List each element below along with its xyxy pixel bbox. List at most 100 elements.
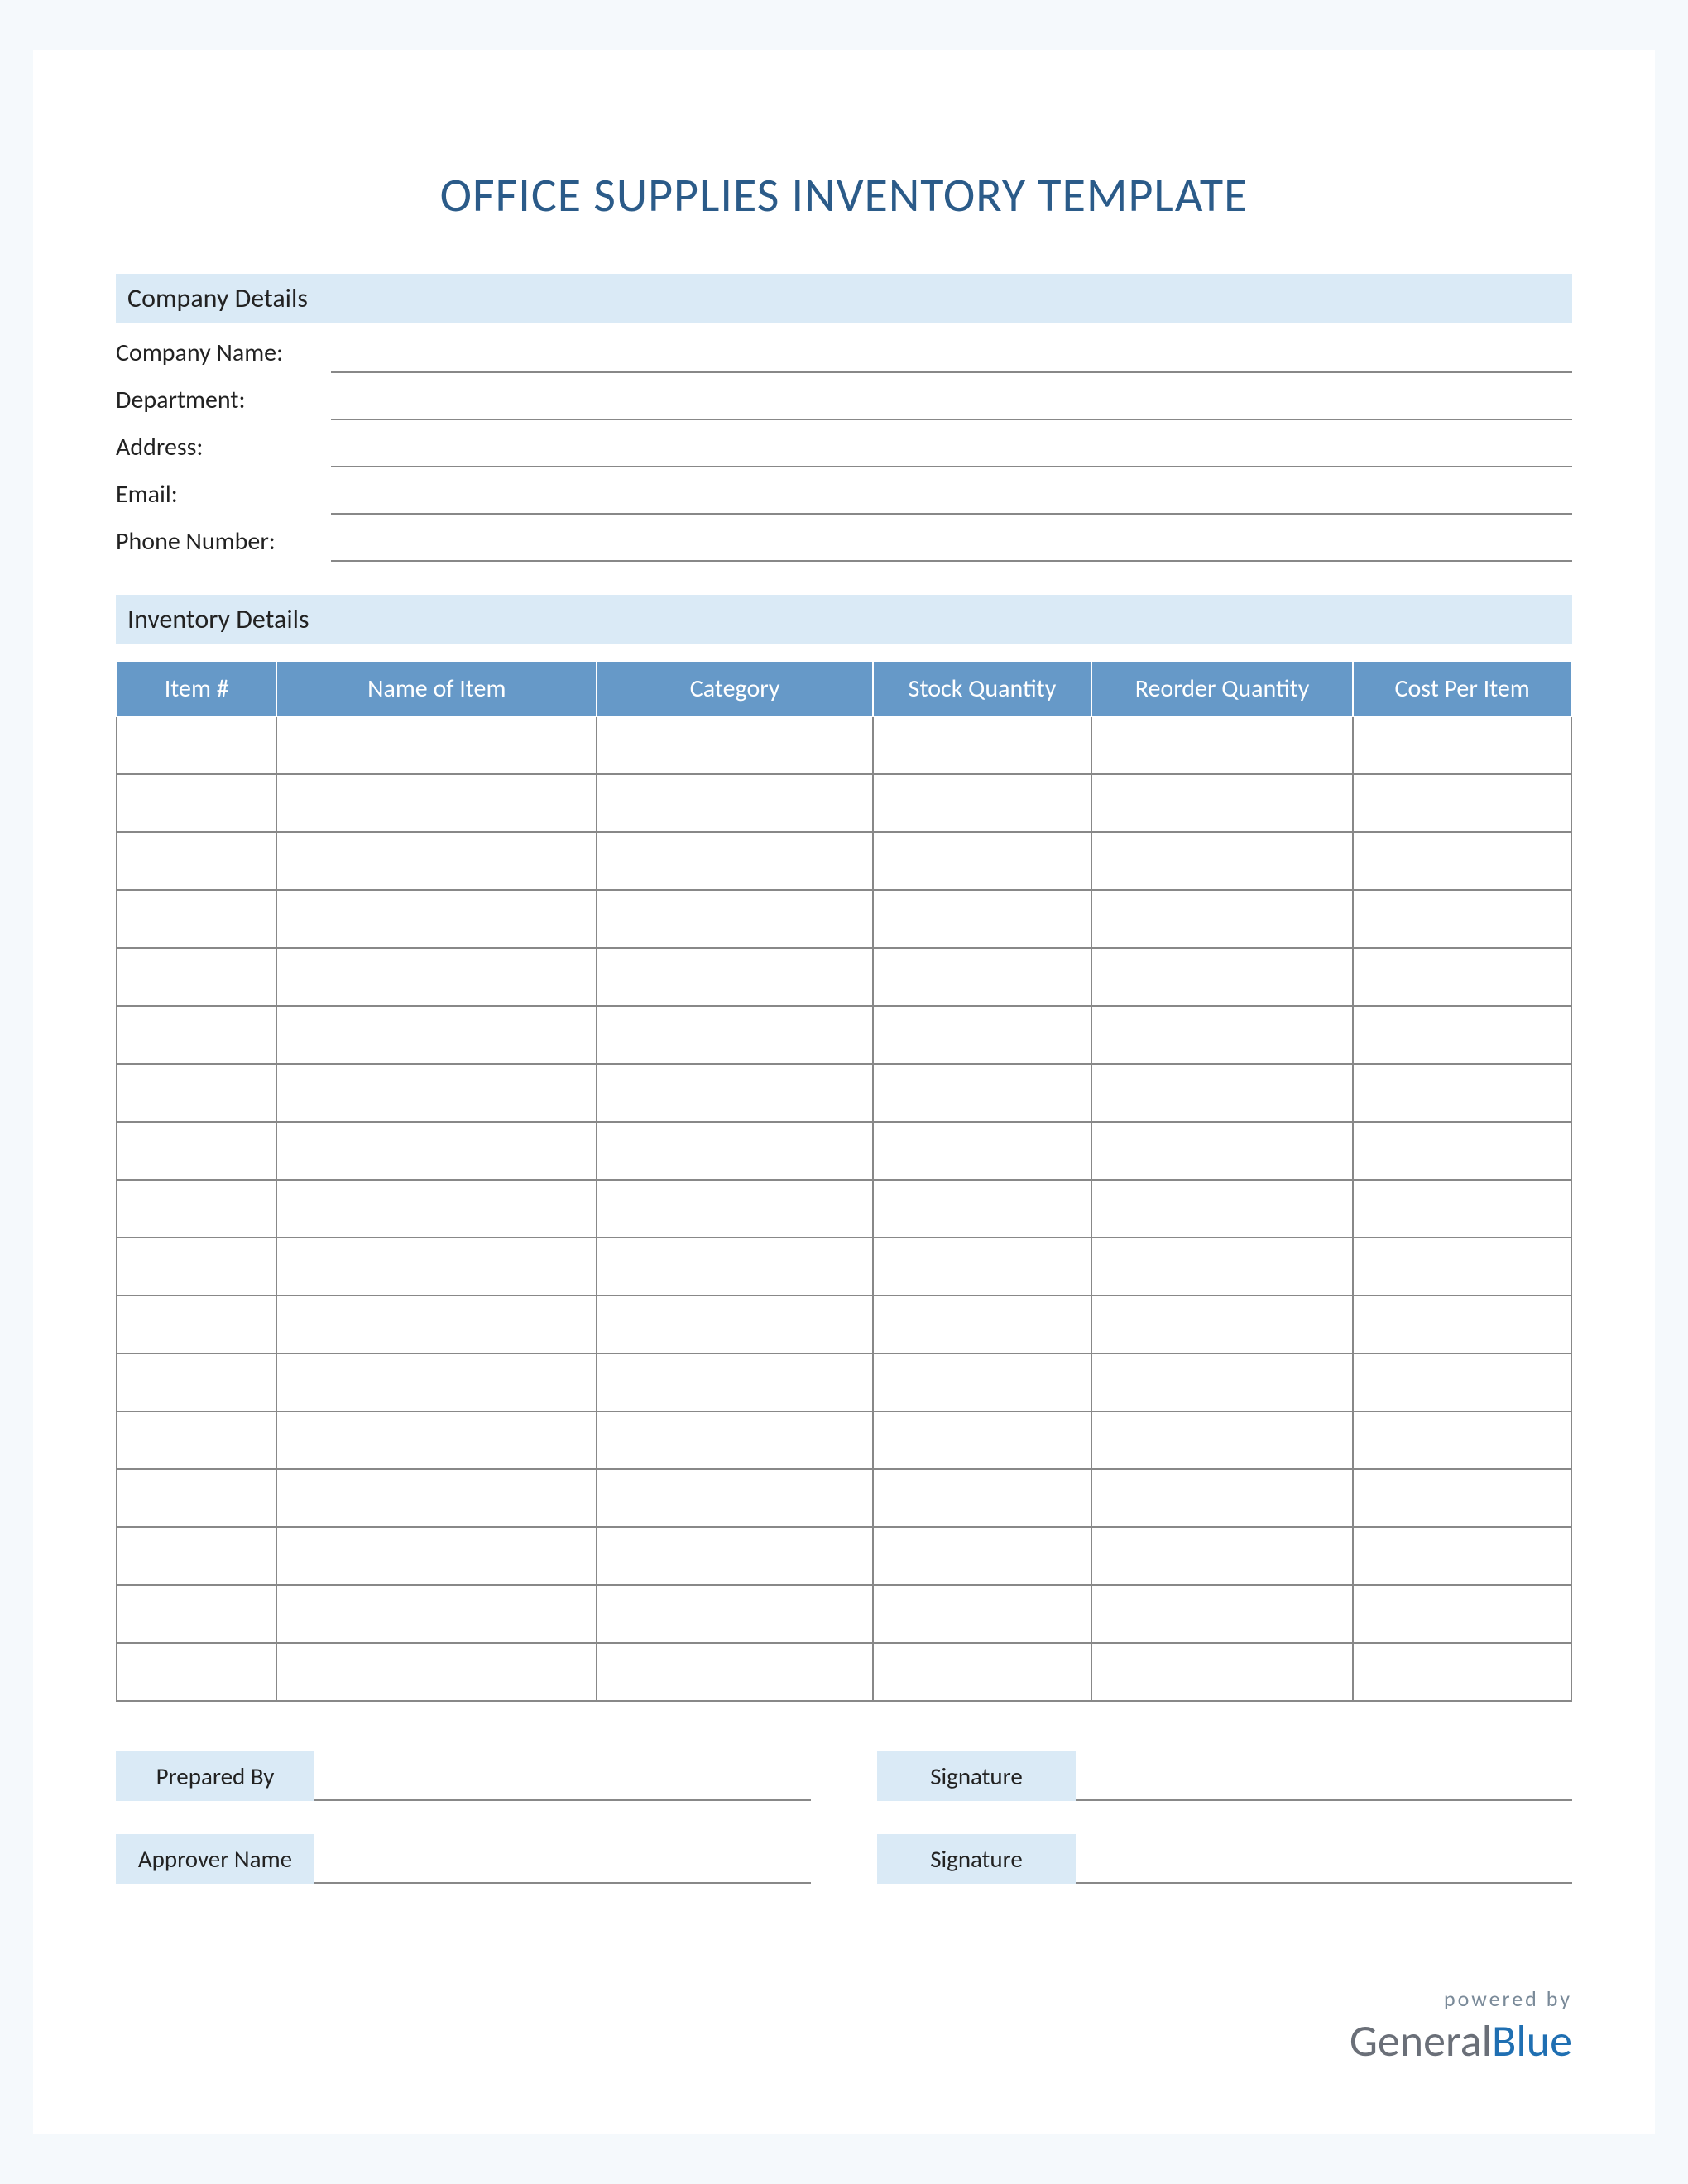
table-cell[interactable]: [597, 1469, 873, 1527]
table-cell[interactable]: [1353, 774, 1571, 832]
table-cell[interactable]: [597, 1527, 873, 1585]
table-cell[interactable]: [1353, 832, 1571, 890]
table-cell[interactable]: [1091, 1296, 1353, 1353]
table-cell[interactable]: [597, 1122, 873, 1180]
table-cell[interactable]: [276, 1353, 597, 1411]
table-cell[interactable]: [276, 1238, 597, 1296]
table-cell[interactable]: [1091, 1238, 1353, 1296]
table-cell[interactable]: [1091, 1469, 1353, 1527]
table-cell[interactable]: [873, 832, 1091, 890]
table-cell[interactable]: [117, 1296, 276, 1353]
table-cell[interactable]: [276, 1064, 597, 1122]
table-cell[interactable]: [1353, 1122, 1571, 1180]
table-cell[interactable]: [276, 774, 597, 832]
table-cell[interactable]: [276, 1411, 597, 1469]
table-cell[interactable]: [597, 1064, 873, 1122]
input-phone[interactable]: [331, 529, 1572, 562]
table-cell[interactable]: [1353, 1064, 1571, 1122]
table-cell[interactable]: [117, 1122, 276, 1180]
table-cell[interactable]: [1091, 774, 1353, 832]
table-cell[interactable]: [117, 1585, 276, 1643]
table-cell[interactable]: [1091, 1643, 1353, 1701]
table-cell[interactable]: [1091, 1411, 1353, 1469]
table-cell[interactable]: [873, 1064, 1091, 1122]
table-cell[interactable]: [597, 890, 873, 948]
table-cell[interactable]: [597, 1006, 873, 1064]
table-cell[interactable]: [276, 832, 597, 890]
table-cell[interactable]: [276, 1180, 597, 1238]
table-cell[interactable]: [117, 948, 276, 1006]
input-prepared-by[interactable]: [314, 1761, 811, 1801]
table-cell[interactable]: [276, 1006, 597, 1064]
table-cell[interactable]: [276, 890, 597, 948]
table-cell[interactable]: [873, 774, 1091, 832]
table-cell[interactable]: [1091, 948, 1353, 1006]
table-cell[interactable]: [873, 716, 1091, 774]
table-cell[interactable]: [1353, 716, 1571, 774]
table-cell[interactable]: [1353, 1238, 1571, 1296]
table-cell[interactable]: [597, 832, 873, 890]
table-cell[interactable]: [597, 1353, 873, 1411]
table-cell[interactable]: [1353, 890, 1571, 948]
table-cell[interactable]: [597, 1585, 873, 1643]
table-cell[interactable]: [1353, 1469, 1571, 1527]
input-email[interactable]: [331, 481, 1572, 515]
input-department[interactable]: [331, 387, 1572, 420]
table-cell[interactable]: [1091, 1006, 1353, 1064]
table-cell[interactable]: [597, 716, 873, 774]
table-cell[interactable]: [1353, 1585, 1571, 1643]
table-cell[interactable]: [873, 1006, 1091, 1064]
table-cell[interactable]: [1353, 1180, 1571, 1238]
table-cell[interactable]: [1353, 1006, 1571, 1064]
table-cell[interactable]: [117, 890, 276, 948]
table-cell[interactable]: [873, 1238, 1091, 1296]
table-cell[interactable]: [1091, 1353, 1353, 1411]
table-cell[interactable]: [1353, 948, 1571, 1006]
table-cell[interactable]: [873, 890, 1091, 948]
table-cell[interactable]: [276, 716, 597, 774]
table-cell[interactable]: [117, 1353, 276, 1411]
table-cell[interactable]: [873, 948, 1091, 1006]
table-cell[interactable]: [1353, 1353, 1571, 1411]
table-cell[interactable]: [597, 1296, 873, 1353]
table-cell[interactable]: [597, 948, 873, 1006]
table-cell[interactable]: [117, 832, 276, 890]
table-cell[interactable]: [276, 948, 597, 1006]
input-signature-prepared[interactable]: [1076, 1761, 1572, 1801]
table-cell[interactable]: [276, 1643, 597, 1701]
table-cell[interactable]: [1091, 1527, 1353, 1585]
table-cell[interactable]: [1353, 1296, 1571, 1353]
table-cell[interactable]: [1091, 716, 1353, 774]
table-cell[interactable]: [1091, 890, 1353, 948]
table-cell[interactable]: [1353, 1411, 1571, 1469]
table-cell[interactable]: [276, 1122, 597, 1180]
table-cell[interactable]: [117, 1469, 276, 1527]
input-company-name[interactable]: [331, 340, 1572, 373]
table-cell[interactable]: [1353, 1643, 1571, 1701]
input-approver-name[interactable]: [314, 1844, 811, 1884]
table-cell[interactable]: [597, 1238, 873, 1296]
table-cell[interactable]: [873, 1296, 1091, 1353]
table-cell[interactable]: [597, 774, 873, 832]
table-cell[interactable]: [117, 1527, 276, 1585]
table-cell[interactable]: [1091, 1180, 1353, 1238]
table-cell[interactable]: [597, 1180, 873, 1238]
table-cell[interactable]: [873, 1585, 1091, 1643]
table-cell[interactable]: [597, 1411, 873, 1469]
table-cell[interactable]: [873, 1527, 1091, 1585]
table-cell[interactable]: [276, 1296, 597, 1353]
table-cell[interactable]: [117, 1064, 276, 1122]
table-cell[interactable]: [276, 1585, 597, 1643]
table-cell[interactable]: [117, 1180, 276, 1238]
table-cell[interactable]: [117, 774, 276, 832]
table-cell[interactable]: [117, 1006, 276, 1064]
table-cell[interactable]: [1091, 832, 1353, 890]
table-cell[interactable]: [117, 1411, 276, 1469]
table-cell[interactable]: [873, 1353, 1091, 1411]
table-cell[interactable]: [1091, 1122, 1353, 1180]
table-cell[interactable]: [1353, 1527, 1571, 1585]
table-cell[interactable]: [276, 1527, 597, 1585]
table-cell[interactable]: [117, 1643, 276, 1701]
table-cell[interactable]: [117, 1238, 276, 1296]
table-cell[interactable]: [873, 1180, 1091, 1238]
